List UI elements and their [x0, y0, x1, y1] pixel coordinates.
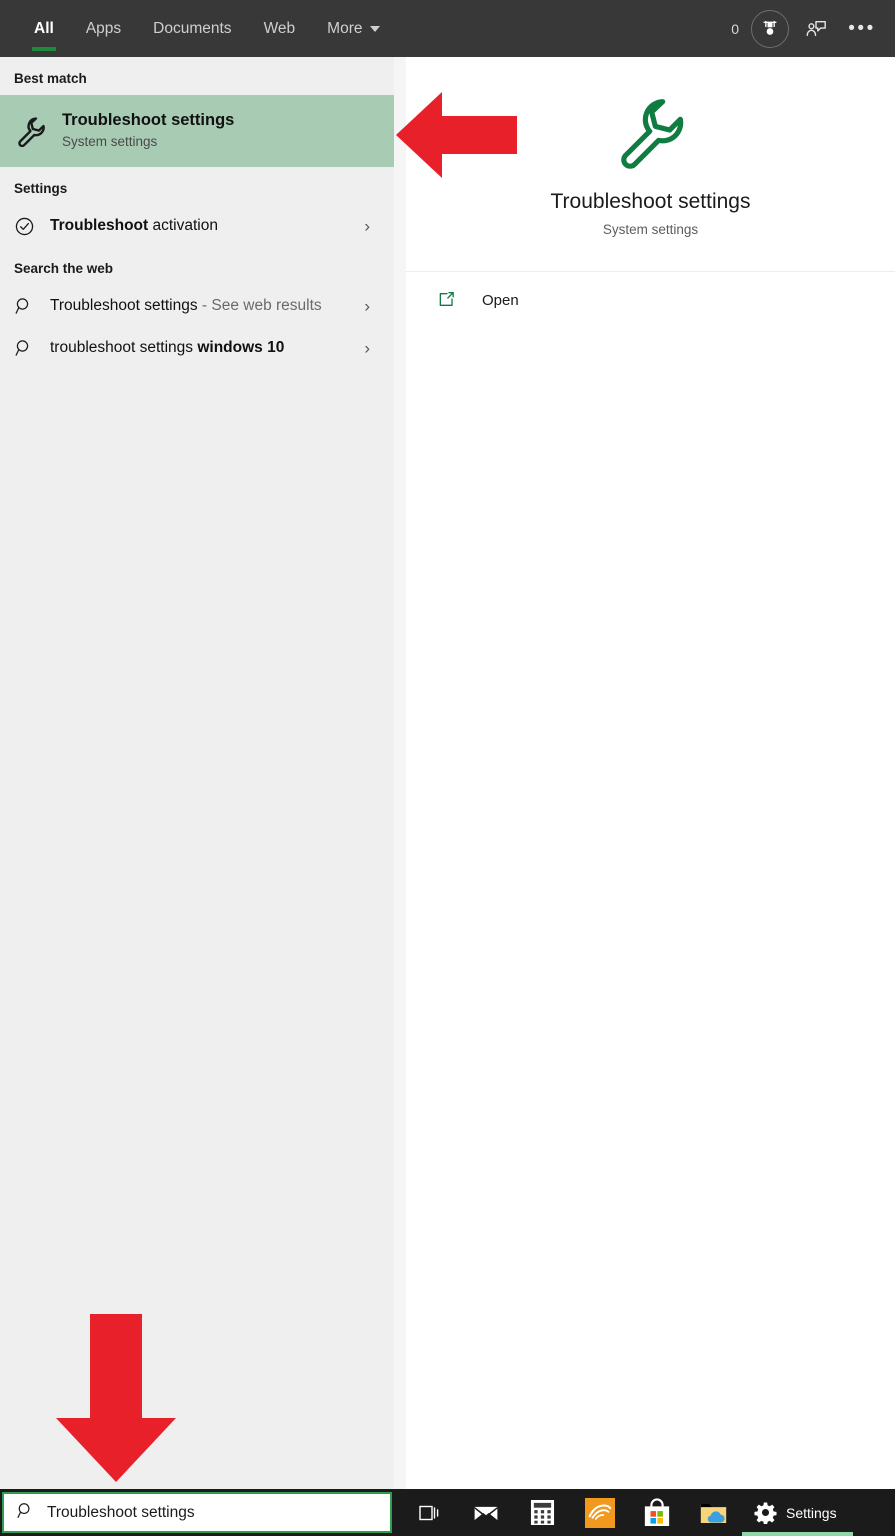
rewards-button[interactable] — [747, 6, 793, 52]
task-view-icon — [418, 1505, 438, 1520]
tab-apps-label: Apps — [85, 19, 122, 37]
preview-panel: Troubleshoot settings System settings Op… — [406, 57, 895, 1489]
rewards-count: 0 — [731, 20, 739, 37]
web-result-label-suffix: - See web results — [197, 297, 322, 314]
annotation-arrow-down — [52, 1312, 180, 1489]
search-icon — [16, 1501, 35, 1525]
feedback-button[interactable] — [793, 6, 839, 52]
open-action-label: Open — [482, 291, 519, 309]
best-match-subtitle: System settings — [62, 133, 158, 149]
web-result-label-main: Troubleshoot settings — [50, 297, 198, 314]
annotation-arrow-left — [394, 90, 519, 185]
search-icon — [14, 338, 50, 358]
taskbar-item-settings-label: Settings — [786, 1504, 837, 1521]
search-icon — [14, 296, 50, 316]
chevron-right-icon[interactable]: › — [364, 340, 370, 357]
tab-more-label: More — [327, 19, 363, 37]
more-options-button[interactable]: ••• — [839, 6, 885, 52]
windows-search-screen: All Apps Documents Web More 0 ••• Best m… — [0, 0, 895, 1536]
search-header: All Apps Documents Web More 0 ••• — [0, 0, 895, 57]
tab-active-underline — [32, 47, 56, 51]
microsoft-store-icon — [644, 1498, 669, 1527]
taskbar-item-microsoft-store[interactable] — [628, 1489, 685, 1536]
tab-web-label: Web — [263, 19, 296, 37]
best-match-text: Troubleshoot settings System settings — [62, 110, 234, 152]
wrench-icon — [14, 114, 56, 148]
folder-onedrive-icon — [700, 1503, 727, 1523]
tab-apps[interactable]: Apps — [70, 0, 137, 57]
open-external-icon — [436, 290, 482, 310]
tab-all-label: All — [34, 19, 54, 37]
chevron-right-icon[interactable]: › — [364, 298, 370, 315]
taskbar-items: Settings — [400, 1489, 853, 1536]
search-input-value: Troubleshoot settings — [47, 1503, 195, 1521]
preview-title: Troubleshoot settings — [550, 190, 751, 213]
feedback-person-icon — [806, 20, 826, 36]
search-results-panel: Best match Troubleshoot settings System … — [0, 57, 394, 1489]
web-result-label: troubleshoot settings windows 10 — [50, 339, 284, 357]
taskbar-item-settings[interactable]: Settings — [742, 1489, 853, 1536]
taskbar-item-mail[interactable] — [457, 1489, 514, 1536]
gear-icon — [754, 1502, 777, 1524]
wrench-icon — [611, 91, 691, 176]
taskbar-item-calculator[interactable] — [514, 1489, 571, 1536]
web-result-label-bold: windows 10 — [197, 339, 285, 356]
settings-heading: Settings — [14, 181, 68, 196]
taskbar-active-indicator — [742, 1532, 853, 1536]
chevron-right-icon[interactable]: › — [364, 218, 370, 235]
search-scope-tabs: All Apps Documents Web More — [0, 0, 396, 57]
best-match-heading: Best match — [14, 71, 87, 86]
tab-documents-label: Documents — [153, 19, 232, 37]
web-result-windows-10[interactable]: troubleshoot settings windows 10 › — [0, 327, 394, 369]
taskbar-item-task-view[interactable] — [400, 1489, 457, 1536]
chevron-down-icon — [370, 25, 381, 32]
check-circle-icon — [14, 216, 50, 237]
search-the-web-heading: Search the web — [14, 261, 114, 276]
settings-result-label-bold: Troubleshoot — [50, 217, 149, 234]
tab-all[interactable]: All — [18, 0, 70, 57]
open-action-button[interactable]: Open — [406, 272, 895, 328]
web-result-label: Troubleshoot settings - See web results — [50, 297, 322, 315]
web-result-label-main: troubleshoot settings — [50, 339, 198, 356]
tab-web[interactable]: Web — [248, 0, 312, 57]
ellipsis-icon: ••• — [848, 18, 876, 39]
taskbar: Troubleshoot settings Settings — [0, 1489, 895, 1536]
calculator-icon — [530, 1500, 555, 1525]
panel-divider — [394, 57, 406, 1489]
web-result-see-web-results[interactable]: Troubleshoot settings - See web results … — [0, 285, 394, 327]
taskbar-item-onedrive-folder[interactable] — [685, 1489, 742, 1536]
tab-more[interactable]: More — [311, 0, 396, 57]
settings-result-label: Troubleshoot activation — [50, 217, 218, 235]
audible-icon — [584, 1497, 615, 1528]
best-match-result[interactable]: Troubleshoot settings System settings — [0, 95, 394, 167]
taskbar-item-audible[interactable] — [571, 1489, 628, 1536]
rewards-medal-icon — [751, 9, 789, 48]
settings-result-label-rest: activation — [148, 217, 218, 234]
search-input[interactable]: Troubleshoot settings — [2, 1492, 392, 1533]
settings-result-troubleshoot-activation[interactable]: Troubleshoot activation › — [0, 205, 394, 247]
best-match-title: Troubleshoot settings — [62, 111, 235, 130]
mail-envelope-icon — [474, 1506, 497, 1520]
header-actions: 0 ••• — [723, 0, 885, 57]
preview-subtitle: System settings — [602, 222, 699, 237]
tab-documents[interactable]: Documents — [137, 0, 247, 57]
